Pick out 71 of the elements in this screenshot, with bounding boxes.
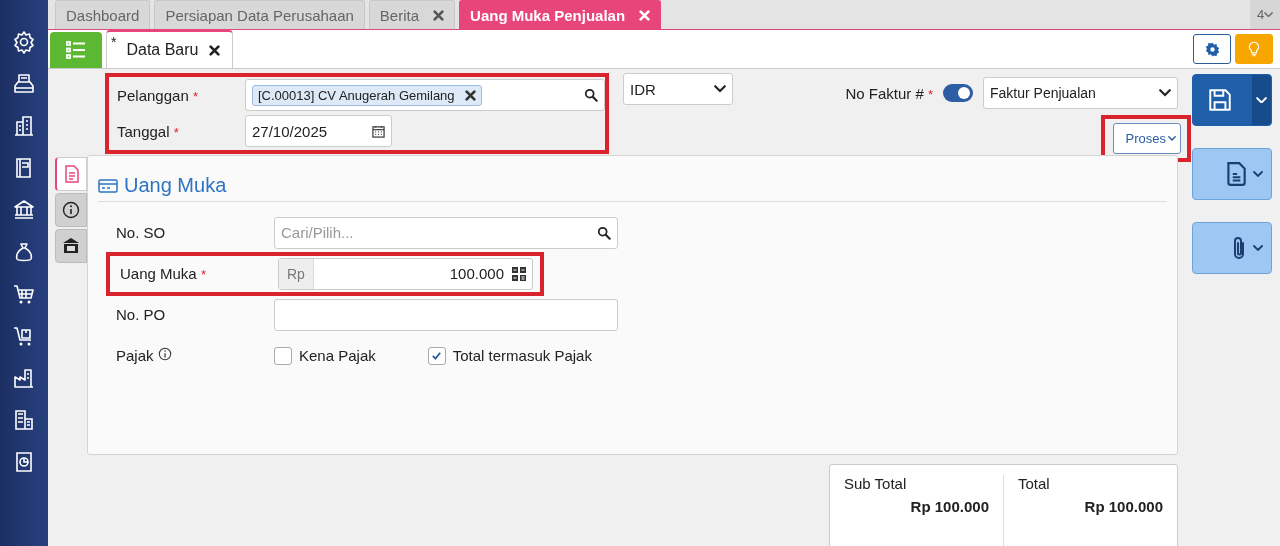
- amount-field[interactable]: Rp 100.000: [278, 257, 533, 290]
- attachment-menu-button[interactable]: [1192, 222, 1272, 274]
- caret-icon: [1159, 89, 1171, 97]
- paperclip-icon: [1231, 235, 1247, 261]
- wallet-icon: [98, 177, 118, 194]
- close-icon[interactable]: [464, 89, 476, 101]
- invoice-type-dropdown[interactable]: Faktur Penjualan: [983, 77, 1178, 109]
- close-icon[interactable]: [208, 44, 220, 56]
- tab[interactable]: Uang Muka Penjualan: [459, 0, 662, 29]
- customer-tag: [C.00013] CV Anugerah Gemilang: [252, 84, 482, 106]
- caret-icon: [1168, 136, 1176, 141]
- caret-icon: [1264, 11, 1274, 18]
- gear-icon[interactable]: [12, 30, 36, 54]
- cart-icon[interactable]: [12, 282, 36, 306]
- printer-icon[interactable]: [12, 72, 36, 96]
- required-mark: *: [192, 88, 198, 104]
- info-icon: [157, 347, 172, 361]
- tab-count-dropdown[interactable]: 4: [1250, 0, 1280, 29]
- currency-dropdown[interactable]: IDR: [623, 73, 733, 105]
- input-field[interactable]: [274, 298, 618, 331]
- field-label: Uang Muka *: [120, 265, 207, 282]
- required-mark: *: [200, 267, 206, 282]
- document-icon: [1225, 161, 1247, 187]
- list-icon: [66, 41, 86, 59]
- total-value: Rp 100.000: [1084, 498, 1163, 515]
- checkbox-label: Kena Pajak: [299, 347, 376, 364]
- field-label: No. SO: [116, 224, 167, 241]
- field-label: No. PO: [116, 306, 167, 323]
- total-value: Rp 100.000: [910, 498, 989, 515]
- field-label: Pelanggan *: [117, 86, 199, 104]
- toggle-switch[interactable]: [943, 84, 973, 102]
- check-icon: [431, 350, 443, 361]
- calendar-icon[interactable]: [372, 124, 385, 138]
- checkbox[interactable]: [427, 346, 446, 365]
- field-label: No Faktur # *: [845, 84, 933, 102]
- side-tab[interactable]: [55, 193, 87, 227]
- document-icon: [63, 165, 80, 183]
- process-button[interactable]: Proses: [1112, 123, 1181, 154]
- date-field[interactable]: 27/10/2025: [245, 115, 392, 147]
- caret-icon: [1256, 96, 1267, 104]
- gear-icon: [1204, 41, 1220, 57]
- field-label: Tanggal *: [117, 122, 180, 140]
- side-tab[interactable]: [55, 229, 87, 263]
- save-button[interactable]: [1192, 74, 1272, 126]
- caret-icon: [1253, 171, 1263, 177]
- lightbulb-icon: [1248, 41, 1260, 57]
- total-label: Sub Total: [844, 475, 908, 492]
- tab[interactable]: Berita: [368, 0, 456, 29]
- document-menu-button[interactable]: [1192, 148, 1272, 200]
- caret-icon: [714, 85, 726, 93]
- tab[interactable]: Dashboard: [55, 0, 151, 29]
- field-label: Pajak: [116, 347, 274, 364]
- required-mark: *: [927, 86, 933, 102]
- building-icon[interactable]: [12, 114, 36, 138]
- save-icon: [1206, 87, 1233, 113]
- settings-button[interactable]: [1193, 34, 1231, 64]
- required-mark: *: [173, 124, 179, 140]
- tab[interactable]: Persiapan Data Perusahaan: [154, 0, 365, 29]
- bank-icon: [62, 237, 80, 255]
- search-icon[interactable]: [584, 88, 598, 102]
- search-icon[interactable]: [597, 225, 611, 240]
- checkbox-label: Total termasuk Pajak: [452, 347, 592, 364]
- section-title: Uang Muka: [124, 174, 227, 197]
- document-tab[interactable]: * Data Baru: [106, 30, 233, 68]
- caret-icon: [1253, 245, 1263, 251]
- checkbox[interactable]: [274, 346, 292, 365]
- factory-icon[interactable]: [12, 366, 36, 390]
- customer-field[interactable]: [C.00013] CV Anugerah Gemilang: [245, 79, 605, 111]
- bank-icon[interactable]: [12, 198, 36, 222]
- total-label: Total: [1018, 475, 1051, 492]
- info-icon: [62, 201, 80, 219]
